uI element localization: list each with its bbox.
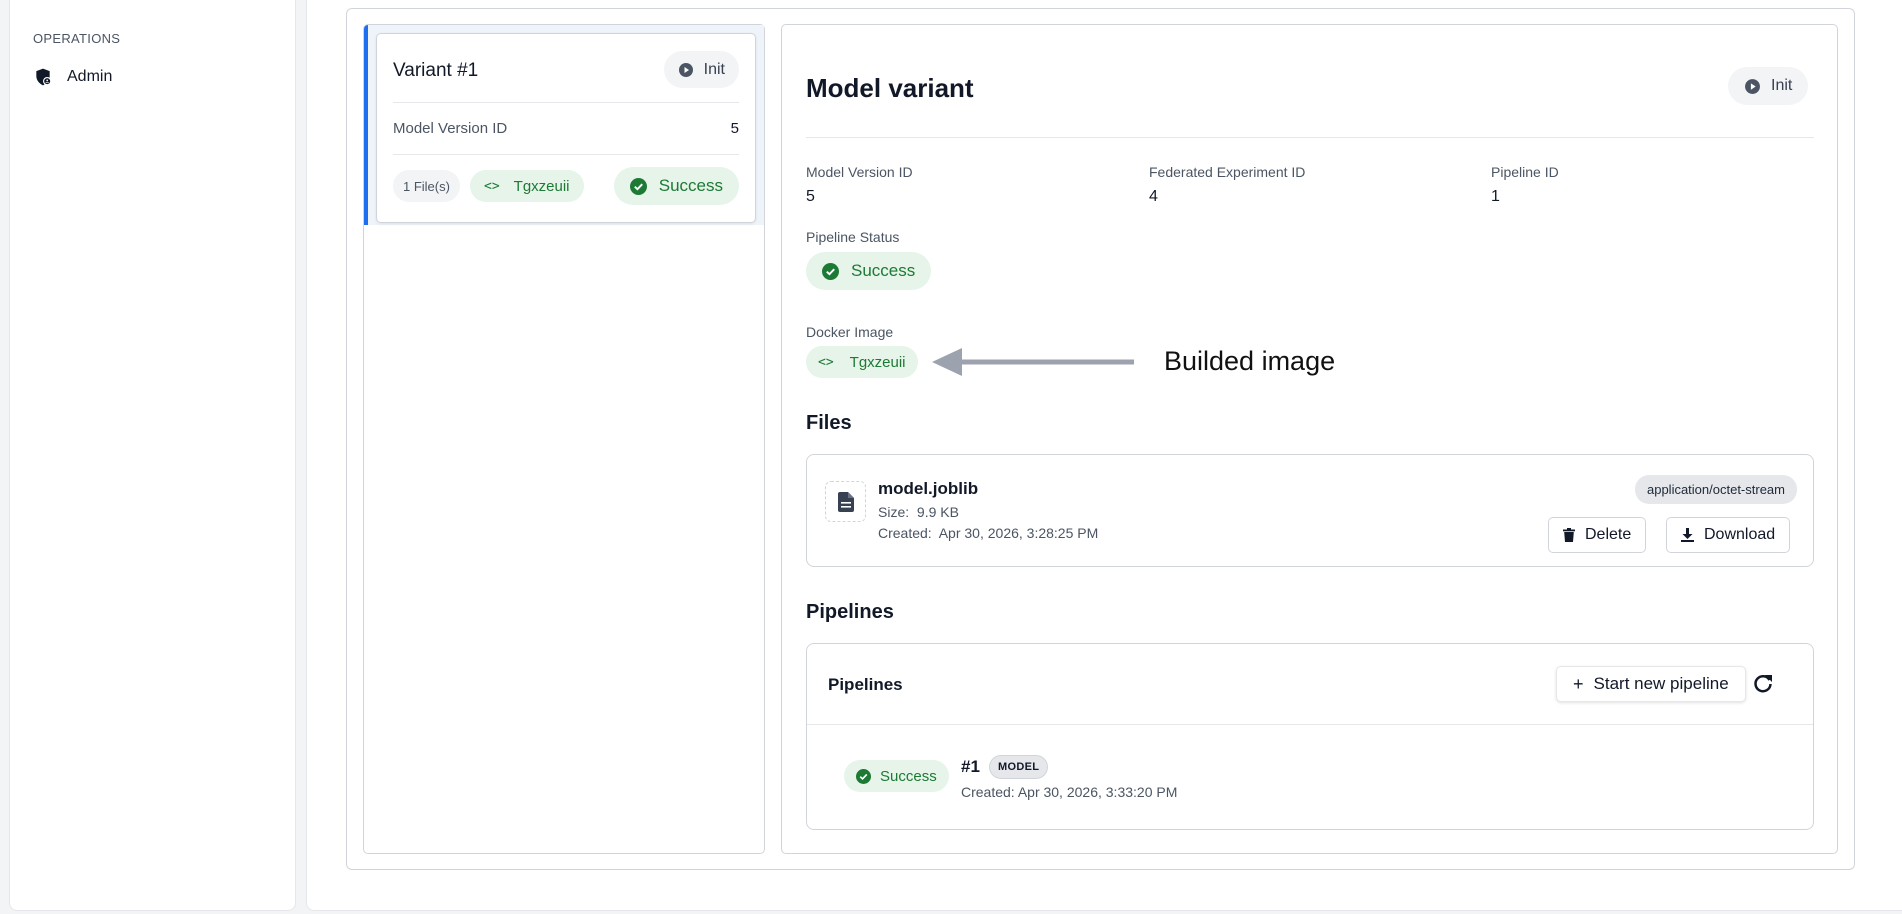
pipeline-row-status-badge: Success [844,760,949,792]
file-icon [825,481,866,522]
pipeline-status-field-label: Pipeline Status [806,229,900,245]
variant-model-version-value: 5 [730,120,739,137]
document-icon [837,491,854,512]
federated-experiment-value: 4 [1149,188,1158,205]
code-icon: <> [484,178,500,194]
divider [393,102,739,103]
pipeline-status-label: Success [658,176,723,195]
download-button-label: Download [1704,526,1776,543]
files-count-badge: 1 File(s) [393,170,460,202]
pipeline-status-badge: Success [613,167,739,205]
play-circle-icon [1745,78,1760,94]
pipeline-id-value: 1 [1491,188,1500,205]
file-created-label: Created: [878,525,932,541]
pipelines-section-title: Pipelines [806,601,894,623]
file-created-value: Apr 30, 2026, 3:28:25 PM [938,525,1099,541]
shield-admin-icon [36,68,52,86]
files-section-title: Files [806,412,852,434]
start-new-pipeline-label: Start new pipeline [1593,674,1729,693]
start-new-pipeline-button[interactable]: + Start new pipeline [1556,666,1746,702]
file-name: model.joblib [878,479,979,498]
sidebar-section-label: OPERATIONS [33,31,121,46]
pipeline-row-status-label: Success [880,767,937,785]
mime-type-badge: application/octet-stream [1634,475,1797,504]
docker-image-field-label: Docker Image [806,324,894,340]
pipeline-id-label: Pipeline ID [1491,164,1559,180]
sidebar-item-admin[interactable]: Admin [33,67,112,87]
file-size: Size: 9.9 KB [878,504,959,520]
pipeline-row-created: Created: Apr 30, 2026, 3:33:20 PM [961,784,1178,800]
model-version-label: Model Version ID [806,164,913,180]
code-icon: <> [818,354,834,370]
play-circle-icon [678,62,693,77]
file-created: Created: Apr 30, 2026, 3:28:25 PM [878,525,1098,541]
check-circle-icon [629,177,647,195]
annotation-arrow-icon [932,348,1134,376]
docker-image-badge: <> Tgxzeuii [806,346,918,378]
trash-icon [1563,528,1575,542]
check-circle-icon [856,768,871,784]
plus-icon: + [1573,673,1584,694]
variant-title: Variant #1 [393,60,479,81]
model-version-value: 5 [806,188,815,205]
page-title: Model variant [806,73,974,103]
delete-button[interactable]: Delete [1548,517,1647,553]
download-icon [1681,528,1694,542]
annotation-text: Builded image [1164,346,1336,376]
file-size-value: 9.9 KB [916,504,959,520]
docker-image-label: Tgxzeuii [849,353,906,371]
pipeline-status-label: Success [851,261,916,280]
file-card: model.joblib Size: 9.9 KB Created: Apr 3… [806,454,1814,567]
sidebar: OPERATIONS Admin [9,0,296,911]
refresh-icon[interactable] [1751,672,1775,696]
variant-card[interactable]: Variant #1 Init Model Version ID 5 1 Fil… [376,33,756,223]
detail-status-label: Init [1771,77,1793,94]
federated-experiment-label: Federated Experiment ID [1149,164,1306,180]
delete-button-label: Delete [1585,526,1632,543]
sidebar-item-label: Admin [67,68,113,85]
detail-status-badge: Init [1728,67,1809,105]
variant-status-badge: Init [663,51,739,88]
pipeline-type-badge: MODEL [989,755,1049,779]
pipeline-status-badge: Success [806,252,932,290]
divider [806,137,1814,138]
divider [807,724,1813,725]
variant-status-label: Init [703,60,725,78]
pipelines-card: Pipelines + Start new pipeline Success #… [806,643,1814,830]
docker-image-badge: <> Tgxzeuii [470,170,584,202]
docker-image-label: Tgxzeuii [513,177,570,195]
check-circle-icon [822,262,839,280]
pipelines-card-title: Pipelines [828,675,903,694]
file-size-label: Size: [878,504,910,520]
pipeline-row-number[interactable]: #1 [961,757,980,777]
variant-model-version-label: Model Version ID [393,120,508,137]
download-button[interactable]: Download [1666,517,1791,553]
divider [393,154,739,155]
